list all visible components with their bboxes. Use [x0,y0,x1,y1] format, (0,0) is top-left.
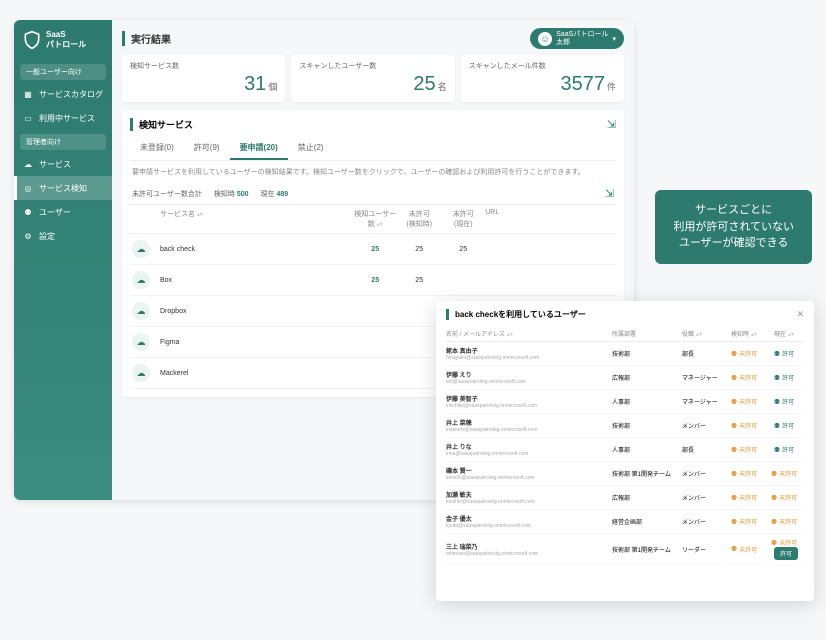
stat-emails: スキャンしたメール件数 3577件 [461,55,624,102]
person-icon: ⚉ [731,494,737,502]
shield-icon [22,30,42,50]
sidebar-item-inuse[interactable]: ▭利用中サービス [14,106,112,130]
logo: SaaSパトロール [14,20,112,60]
person-icon: ⚉ [731,398,737,406]
status-badge: ⚉未許可 [731,397,757,406]
sidebar-item-users[interactable]: ⚉ユーザー [14,200,112,224]
users-icon: ⚉ [22,206,34,218]
sidebar: SaaSパトロール 一般ユーザー向け ▦サービスカタログ ▭利用中サービス 管理… [14,20,112,500]
scan-icon: ◎ [22,182,34,194]
user-row: 三上 瑞菜乃mhinano@saaspatrolstg.onmicrosoft.… [446,534,804,565]
user-row: 井上 菜穂inatsumi@saaspatrolstg.onmicrosoft.… [446,414,804,438]
tab-pending[interactable]: 要申請(20) [230,137,288,160]
cloud-icon: ☁ [132,364,150,382]
stat-services: 検知サービス数 31個 [122,55,285,102]
panel-description: 要申請サービスを利用しているユーザーの検知結果です。検知ユーザー数をクリックで、… [130,161,616,183]
person-icon: ⚉ [731,446,737,454]
person-icon: ⚉ [771,494,777,502]
user-row: 磯本 賢一kenichi@saaspatrolstg.onmicrosoft.c… [446,462,804,486]
cloud-icon: ☁ [132,333,150,351]
sidebar-item-catalog[interactable]: ▦サービスカタログ [14,82,112,106]
status-badge: ⚉未許可 [771,538,797,547]
export-icon[interactable]: ⇲ [607,118,616,131]
cloud-icon: ☁ [22,158,34,170]
tabs: 未登録(0) 許可(9) 要申請(20) 禁止(2) [130,137,616,161]
cloud-icon: ☁ [132,302,150,320]
status-badge: ⚉未許可 [731,545,757,554]
person-icon: ⚉ [731,518,737,526]
status-badge: ⚉未許可 [771,469,797,478]
sidebar-item-settings[interactable]: ⚙設定 [14,224,112,248]
status-badge: ⚉未許可 [731,373,757,382]
app-icon: ▭ [22,112,34,124]
person-icon: ⚉ [774,374,780,382]
avatar-icon: ☺ [538,32,552,46]
tab-unregistered[interactable]: 未登録(0) [130,137,184,160]
user-row: 井上 りなirina@saaspatrolstg.onmicrosoft.com… [446,438,804,462]
status-badge: ⚉未許可 [731,493,757,502]
person-icon: ⚉ [731,470,737,478]
person-icon: ⚉ [774,350,780,358]
status-badge: ⚉未許可 [771,493,797,502]
chevron-down-icon: ▾ [612,35,616,43]
sidebar-item-detection[interactable]: ◎サービス検知 [14,176,112,200]
gear-icon: ⚙ [22,230,34,242]
modal-title: back checkを利用しているユーザー [455,309,586,320]
person-icon: ⚉ [731,374,737,382]
user-row: 伊藤 えりieri@saaspatrolstg.onmicrosoft.com … [446,366,804,390]
person-icon: ⚉ [774,422,780,430]
status-badge: ⚉未許可 [731,421,757,430]
person-icon: ⚉ [774,446,780,454]
tab-allowed[interactable]: 許可(9) [184,137,230,160]
page-title: 実行結果 [122,31,171,46]
status-badge: ⚉未許可 [731,517,757,526]
stat-users: スキャンしたユーザー数 25名 [291,55,454,102]
close-icon[interactable]: ✕ [796,309,804,320]
sidebar-section-admin: 管理者向け [20,134,106,150]
user-modal: back checkを利用しているユーザー ✕ 名前 / メールアドレス▴▾ 所… [436,301,814,601]
summary-bar: 未許可ユーザー数合計 検知時 500 現在 489 ⇲ [130,183,616,205]
person-icon: ⚉ [731,422,737,430]
cloud-icon: ☁ [132,271,150,289]
user-name: SaaSパトロール 太郎 [556,31,608,46]
status-badge: ⚉未許可 [731,349,757,358]
sidebar-section-general: 一般ユーザー向け [20,64,106,80]
callout-bubble: サービスごとに 利用が許可されていない ユーザーが確認できる [655,190,812,264]
allow-button[interactable]: 許可 [774,547,798,560]
user-row: 蛯本 真由子hmayuko@saaspatrolstg.onmicrosoft.… [446,342,804,366]
grid-icon: ▦ [22,88,34,100]
person-icon: ⚉ [771,470,777,478]
sidebar-item-services[interactable]: ☁サービス [14,152,112,176]
user-row: 伊藤 美智子imichiko@saaspatrolstg.onmicrosoft… [446,390,804,414]
status-badge: ⚉許可 [774,349,794,358]
tab-banned[interactable]: 禁止(2) [288,137,334,160]
panel-title: 検知サービス [130,118,193,131]
table-row[interactable]: ☁ Box 25 25 [130,265,616,296]
user-row: 金子 優太kyuta@saaspatrolstg.onmicrosoft.com… [446,510,804,534]
status-badge: ⚉許可 [774,373,794,382]
person-icon: ⚉ [731,545,737,553]
person-icon: ⚉ [771,518,777,526]
person-icon: ⚉ [771,539,777,547]
stats-row: 検知サービス数 31個 スキャンしたユーザー数 25名 スキャンしたメール件数 … [122,55,624,102]
user-row: 加瀬 敏夫ktoshio@saaspatrolstg.onmicrosoft.c… [446,486,804,510]
status-badge: ⚉未許可 [771,517,797,526]
user-menu[interactable]: ☺ SaaSパトロール 太郎 ▾ [530,28,624,49]
status-badge: ⚉未許可 [731,445,757,454]
export-icon-2[interactable]: ⇲ [605,187,614,200]
table-row[interactable]: ☁ back check 25 25 25 [130,234,616,265]
cloud-icon: ☁ [132,240,150,258]
status-badge: ⚉許可 [774,445,794,454]
person-icon: ⚉ [774,398,780,406]
person-icon: ⚉ [731,350,737,358]
status-badge: ⚉許可 [774,421,794,430]
status-badge: ⚉許可 [774,397,794,406]
status-badge: ⚉未許可 [731,469,757,478]
